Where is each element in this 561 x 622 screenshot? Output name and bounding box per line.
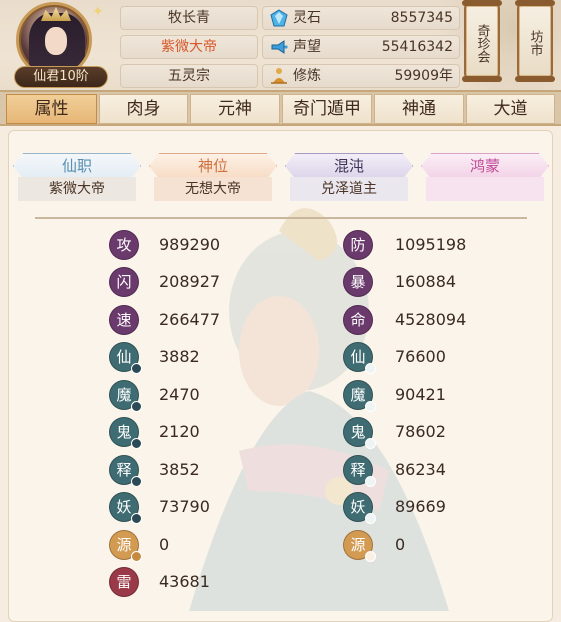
crit-value: 160884 — [395, 272, 457, 291]
thunder-icon: 雷 — [109, 567, 139, 597]
profile-header: ✦ 仙君10阶 牧长青 紫微大帝 五灵宗 灵石 8557345 声望 55416… — [0, 0, 561, 92]
yao-attack-value: 73790 — [159, 497, 210, 516]
position-chaos[interactable]: 混沌 — [285, 153, 413, 179]
demon-defense-icon[interactable]: 魔 — [343, 380, 376, 412]
tab-attributes[interactable]: 属性 — [6, 94, 97, 124]
reputation-icon — [271, 40, 288, 54]
position-immortal-office[interactable]: 仙职 — [13, 153, 141, 179]
attack-icon: 攻 — [109, 230, 139, 260]
resource-cultivation: 修炼 59909年 — [262, 64, 460, 88]
health-value: 4528094 — [395, 310, 467, 329]
attack-value: 989290 — [159, 235, 221, 254]
thunder-value: 43681 — [159, 572, 210, 591]
butterfly-icon: ✦ — [92, 4, 104, 20]
tab-abilities[interactable]: 神通 — [374, 94, 464, 124]
position-hongmeng[interactable]: 鸿蒙 — [421, 153, 549, 179]
ghost-defense-value: 78602 — [395, 422, 446, 441]
attributes-panel: 仙职 紫微大帝 神位 无想大帝 混沌 兑泽道主 鸿蒙 攻 989290 闪 20… — [8, 130, 553, 622]
immortal-defense-value: 76600 — [395, 347, 446, 366]
health-icon: 命 — [343, 305, 373, 335]
buddha-attack-value: 3852 — [159, 460, 200, 479]
cultivation-icon — [271, 68, 287, 84]
dodge-icon: 闪 — [109, 267, 139, 297]
demon-attack-icon[interactable]: 魔 — [109, 380, 142, 412]
treasure-auction-button[interactable]: 奇珍会 — [462, 0, 502, 82]
dodge-value: 208927 — [159, 272, 221, 291]
player-title[interactable]: 紫微大帝 — [120, 35, 258, 59]
rank-badge: 仙君10阶 — [14, 66, 108, 88]
position-immortal-office-value: 紫微大帝 — [18, 177, 136, 201]
market-button[interactable]: 坊市 — [515, 0, 555, 82]
buddha-defense-icon[interactable]: 释 — [343, 455, 376, 487]
position-hongmeng-value — [426, 177, 544, 201]
speed-value: 266477 — [159, 310, 221, 329]
ghost-attack-icon[interactable]: 鬼 — [109, 417, 142, 449]
speed-icon: 速 — [109, 305, 139, 335]
player-sect[interactable]: 五灵宗 — [120, 64, 258, 88]
divider — [35, 217, 527, 219]
tab-soul[interactable]: 元神 — [190, 94, 280, 124]
spirit-stone-icon — [270, 9, 288, 27]
origin-defense-value: 0 — [395, 535, 406, 554]
immortal-attack-icon[interactable]: 仙 — [109, 342, 142, 374]
position-chaos-value: 兑泽道主 — [290, 177, 408, 201]
tab-bar: 属性 肉身 元神 奇门遁甲 神通 大道 — [0, 90, 561, 126]
ghost-attack-value: 2120 — [159, 422, 200, 441]
position-divine-rank-value: 无想大帝 — [154, 177, 272, 201]
defense-value: 1095198 — [395, 235, 467, 254]
defense-icon: 防 — [343, 230, 373, 260]
origin-attack-icon[interactable]: 源 — [109, 530, 142, 562]
player-name: 牧长青 — [120, 6, 258, 30]
tab-qimen[interactable]: 奇门遁甲 — [282, 94, 372, 124]
crit-icon: 暴 — [343, 267, 373, 297]
immortal-defense-icon[interactable]: 仙 — [343, 342, 376, 374]
ghost-defense-icon[interactable]: 鬼 — [343, 417, 376, 449]
background-character-art — [189, 208, 449, 611]
resource-spirit-stone: 灵石 8557345 — [262, 6, 460, 30]
tab-dao[interactable]: 大道 — [466, 94, 555, 124]
buddha-attack-icon[interactable]: 释 — [109, 455, 142, 487]
demon-attack-value: 2470 — [159, 385, 200, 404]
tab-body[interactable]: 肉身 — [99, 94, 188, 124]
yao-defense-icon[interactable]: 妖 — [343, 492, 376, 524]
player-avatar-frame[interactable]: ✦ 仙君10阶 — [12, 2, 108, 88]
origin-attack-value: 0 — [159, 535, 170, 554]
buddha-defense-value: 86234 — [395, 460, 446, 479]
immortal-attack-value: 3882 — [159, 347, 200, 366]
position-divine-rank[interactable]: 神位 — [149, 153, 277, 179]
resource-reputation: 声望 55416342 — [262, 35, 460, 59]
demon-defense-value: 90421 — [395, 385, 446, 404]
yao-attack-icon[interactable]: 妖 — [109, 492, 142, 524]
origin-defense-icon[interactable]: 源 — [343, 530, 376, 562]
yao-defense-value: 89669 — [395, 497, 446, 516]
